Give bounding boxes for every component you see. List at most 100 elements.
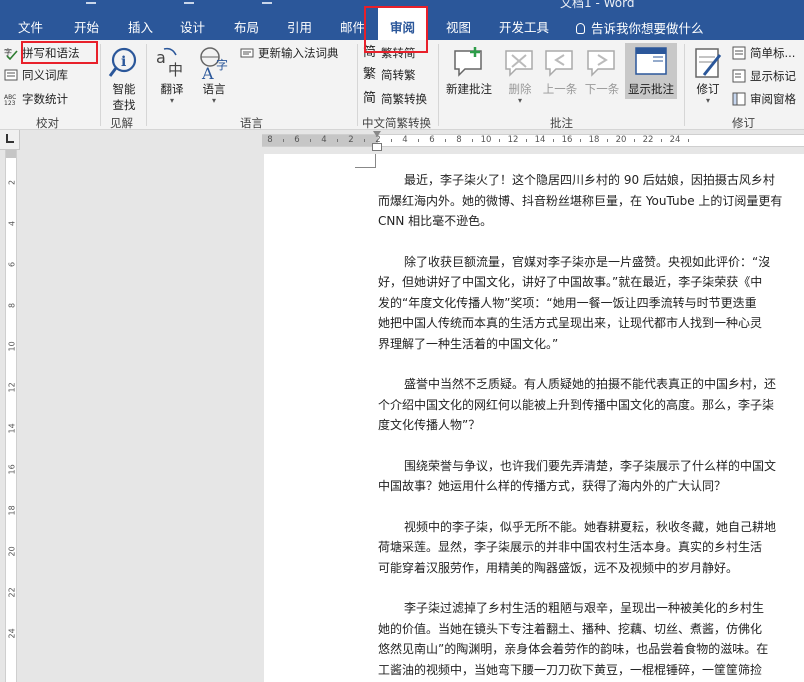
- show-comments-icon: [635, 47, 667, 75]
- spelling-check-icon: 字: [4, 47, 18, 60]
- ruler-tick: [310, 139, 311, 142]
- paragraph-spacing: [378, 354, 804, 374]
- paragraph-line: 悠然见南山”的陶渊明，亲身体会着劳作的韵味，也品尝着食物的滋味。在: [378, 642, 769, 656]
- tab-review[interactable]: 审阅: [378, 7, 428, 40]
- show-markup-button[interactable]: 显示标记: [732, 66, 796, 86]
- show-markup-icon: [732, 69, 746, 83]
- smart-lookup-button[interactable]: i 智能 查找: [106, 45, 142, 113]
- track-changes-button[interactable]: 修订 ▾: [690, 45, 726, 105]
- ruler-tick: [391, 139, 392, 142]
- tab-home[interactable]: 开始: [74, 17, 99, 36]
- ruler-tick: [607, 139, 608, 142]
- spelling-grammar-button[interactable]: 字 拼写和语法: [4, 43, 80, 63]
- paragraph-line: 好，但她讲好了中国文化，讲好了中国故事。”就在最近，李子柒荣获《中: [378, 275, 763, 289]
- paragraph-line: 除了收获巨额流量，官媒对李子柒亦是一片盛赞。央视如此评价：“沒: [404, 254, 771, 269]
- update-ime-dictionary-button[interactable]: 更新输入法词典: [240, 43, 339, 63]
- tab-insert[interactable]: 插入: [128, 17, 153, 36]
- thesaurus-button[interactable]: 同义词库: [4, 65, 68, 85]
- paragraph-line: 最近，李子柒火了！这个隐居四川乡村的 90 后姑娘，因拍摄古风乡村: [404, 173, 775, 187]
- redo-icon[interactable]: [184, 0, 194, 4]
- svg-text:字: 字: [4, 47, 12, 57]
- ruler-number: 4: [321, 135, 327, 145]
- simplified-to-traditional-icon: 繁: [363, 67, 377, 82]
- language-button[interactable]: A字 语言 ▾: [196, 45, 232, 105]
- show-comments-button[interactable]: 显示批注: [625, 43, 677, 99]
- delete-dropdown-icon: ▾: [517, 96, 522, 105]
- ruler-tick: [580, 139, 581, 142]
- paragraph-line: 盛誉中当然不乏质疑。有人质疑她的拍摄不能代表真正的中国乡村，还: [404, 377, 777, 391]
- left-indent-marker[interactable]: [372, 143, 382, 151]
- vertical-ruler-number: 2: [7, 179, 17, 186]
- tab-developer[interactable]: 开发工具: [499, 17, 549, 36]
- traditional-to-simplified-button[interactable]: 简 繁转简: [363, 43, 416, 63]
- ruler-margin-top: [6, 150, 16, 158]
- ruler-tick: [526, 139, 527, 142]
- svg-text:中: 中: [168, 61, 183, 79]
- group-separator: [438, 44, 439, 126]
- translate-icon: a中: [156, 47, 183, 79]
- next-comment-button[interactable]: 下一条: [584, 45, 620, 97]
- group-separator: [357, 44, 358, 126]
- ruler-number: 14: [534, 135, 546, 145]
- ruler-number: 8: [456, 135, 462, 145]
- ribbon-review: 字 拼写和语法 同义词库 ABC 123 字数统计 校对 i 智能 查找 见解 a…: [0, 40, 804, 130]
- group-separator: [100, 44, 101, 126]
- ruler-tick: [472, 139, 473, 142]
- tab-layout[interactable]: 布局: [234, 17, 259, 36]
- word-count-icon: ABC123: [4, 94, 16, 106]
- show-comments-label: 显示批注: [628, 82, 674, 96]
- qat-customize-icon[interactable]: [262, 0, 272, 4]
- vertical-ruler[interactable]: 2 4 6 8 10 12 14 16 18 20 22 24: [5, 150, 17, 682]
- translate-button[interactable]: a中 翻译 ▾: [154, 45, 190, 105]
- document-body[interactable]: 最近，李子柒火了！这个隐居四川乡村的 90 后姑娘，因拍摄古风乡村而爆红海内外。…: [378, 170, 804, 682]
- ruler-number: 4: [402, 135, 408, 145]
- tab-file[interactable]: 文件: [18, 17, 43, 36]
- spelling-grammar-label: 拼写和语法: [22, 46, 80, 60]
- paragraph-line: 而爆红海内外。她的微博、抖音粉丝堪称巨量，在 YouTube 上的订阅量更有: [378, 193, 783, 208]
- tell-me-box[interactable]: 告诉我你想要做什么: [576, 18, 704, 37]
- next-comment-label: 下一条: [584, 82, 620, 96]
- first-line-indent-marker[interactable]: [373, 131, 381, 137]
- ruler-number: 8: [267, 135, 273, 145]
- paragraph-line: 围绕荣誉与争议，也许我们要先弄清楚，李子柒展示了什么样的中国文: [404, 458, 777, 473]
- simplified-to-traditional-button[interactable]: 繁 简转繁: [363, 65, 416, 85]
- tab-view[interactable]: 视图: [446, 17, 471, 36]
- ruler-tick: [634, 139, 635, 142]
- svg-text:A: A: [201, 64, 214, 81]
- delete-comment-button[interactable]: 删除 ▾: [502, 45, 538, 105]
- paragraph-spacing: [378, 436, 804, 456]
- svg-text:i: i: [121, 54, 126, 70]
- smart-lookup-label-1: 智能: [112, 82, 136, 96]
- horizontal-ruler[interactable]: 8 6 4 2 2 4 6 8 10 12 14 16 18 20 22 24: [262, 134, 804, 147]
- vertical-ruler-number: 4: [7, 220, 17, 227]
- tab-design[interactable]: 设计: [180, 17, 205, 36]
- ruler-tick: [364, 139, 365, 142]
- paragraph-line: 界理解了一种生活着的中国文化。”: [378, 336, 559, 351]
- traditional-to-simplified-label: 繁转简: [381, 46, 416, 60]
- paragraph-line: 度文化传播人物”？: [378, 418, 481, 432]
- ruler-number: 6: [294, 135, 300, 145]
- svg-text:a: a: [156, 48, 166, 67]
- translate-dropdown-icon: ▾: [169, 96, 174, 105]
- vertical-ruler-number: 22: [7, 587, 17, 598]
- smart-lookup-label-2: 查找: [112, 98, 136, 112]
- ruler-tick: [337, 139, 338, 142]
- paragraph-line: 个介绍中国文化的网红何以能被上升到传播中国文化的高度。那么，李子柒: [378, 397, 775, 412]
- markup-display-dropdown[interactable]: 简单标...: [732, 43, 795, 63]
- tab-references[interactable]: 引用: [287, 17, 312, 36]
- previous-comment-button[interactable]: 上一条: [542, 45, 578, 97]
- language-icon: A字: [200, 47, 228, 81]
- undo-icon[interactable]: [86, 0, 96, 4]
- vertical-ruler-number: 16: [7, 464, 17, 475]
- delete-comment-label: 删除: [508, 82, 532, 96]
- chinese-conversion-icon: 简: [363, 91, 377, 106]
- new-comment-button[interactable]: 新建批注: [446, 45, 492, 97]
- reviewing-pane-button[interactable]: 审阅窗格: [732, 89, 796, 109]
- word-count-button[interactable]: ABC 123 字数统计: [4, 89, 68, 109]
- ruler-number: 16: [561, 135, 573, 145]
- ruler-tick: [661, 139, 662, 142]
- group-label-insights: 见解: [110, 116, 133, 130]
- chinese-conversion-button[interactable]: 简 简繁转换: [363, 89, 427, 109]
- tab-mailings[interactable]: 邮件: [340, 17, 365, 36]
- tab-selector[interactable]: [0, 130, 20, 150]
